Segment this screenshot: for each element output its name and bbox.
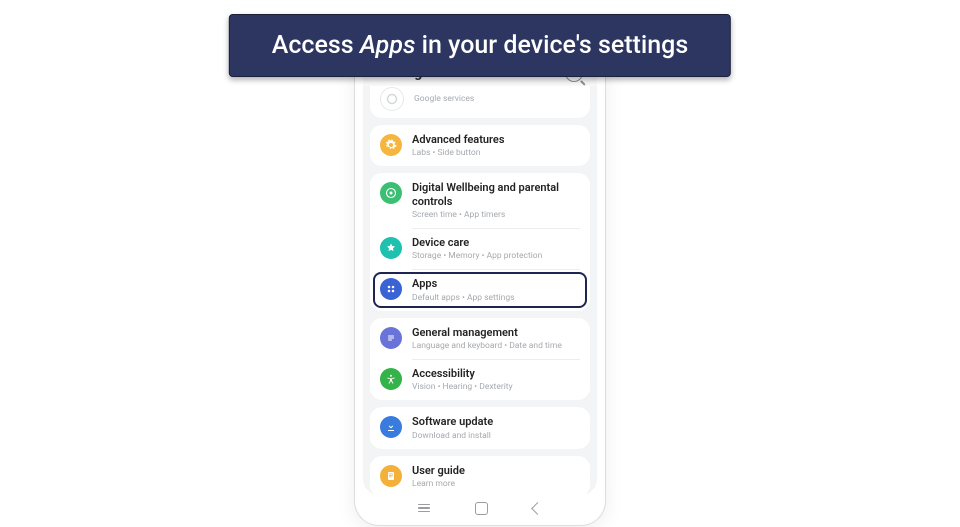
settings-row-apps[interactable]: Apps Default apps • App settings xyxy=(370,269,590,310)
general-icon xyxy=(380,327,402,349)
settings-row-google[interactable]: Google services xyxy=(370,86,590,118)
settings-row-label: User guide xyxy=(412,464,580,477)
guide-icon xyxy=(380,465,402,487)
google-icon xyxy=(380,87,404,111)
settings-row-label: Apps xyxy=(412,277,580,290)
settings-row-sub: Default apps • App settings xyxy=(412,293,580,303)
settings-row-sub: Google services xyxy=(414,94,580,104)
settings-row-label: Software update xyxy=(412,415,580,428)
android-navbar xyxy=(355,499,605,517)
settings-group: General management Language and keyboard … xyxy=(370,318,590,401)
gear-icon xyxy=(380,134,402,156)
settings-row-digital-wellbeing-and-parental-controls[interactable]: Digital Wellbeing and parental controls S… xyxy=(370,173,590,228)
settings-row-sub: Screen time • App timers xyxy=(412,210,580,220)
settings-row-software-update[interactable]: Software update Download and install xyxy=(370,407,590,448)
settings-row-general-management[interactable]: General management Language and keyboard … xyxy=(370,318,590,359)
settings-row-label: Accessibility xyxy=(412,367,580,380)
apps-icon xyxy=(380,278,402,300)
settings-row-label: Digital Wellbeing and parental controls xyxy=(412,181,580,207)
settings-row-user-guide[interactable]: User guide Learn more xyxy=(370,456,590,495)
settings-row-sub: Language and keyboard • Date and time xyxy=(412,341,580,351)
settings-row-device-care[interactable]: Device care Storage • Memory • App protec… xyxy=(370,228,590,269)
nav-home-icon[interactable] xyxy=(475,502,488,515)
settings-row-sub: Storage • Memory • App protection xyxy=(412,251,580,261)
settings-row-label: Advanced features xyxy=(412,133,580,146)
settings-row-sub: Vision • Hearing • Dexterity xyxy=(412,382,580,392)
settings-row-label: General management xyxy=(412,326,580,339)
settings-group: Software update Download and install xyxy=(370,407,590,448)
nav-recent-icon[interactable] xyxy=(418,504,430,513)
settings-group: Advanced features Labs • Side button xyxy=(370,125,590,166)
nav-back-icon[interactable] xyxy=(531,502,544,515)
settings-row-advanced-features[interactable]: Advanced features Labs • Side button xyxy=(370,125,590,166)
settings-row-accessibility[interactable]: Accessibility Vision • Hearing • Dexterit… xyxy=(370,359,590,400)
phone-screen: Settings Google services Advanced featur… xyxy=(363,58,597,495)
update-icon xyxy=(380,416,402,438)
banner-emph: Apps xyxy=(360,31,416,60)
settings-row-sub: Learn more xyxy=(412,479,580,489)
phone-frame: Settings Google services Advanced featur… xyxy=(355,50,605,525)
banner-prefix: Access xyxy=(272,31,360,60)
care-icon xyxy=(380,237,402,259)
settings-group: User guide Learn more xyxy=(370,456,590,495)
settings-row-label: Device care xyxy=(412,236,580,249)
settings-row-sub: Labs • Side button xyxy=(412,148,580,158)
banner-suffix: in your device's settings xyxy=(415,31,688,60)
settings-row-sub: Download and install xyxy=(412,431,580,441)
settings-group: Digital Wellbeing and parental controls S… xyxy=(370,173,590,310)
accessibility-icon xyxy=(380,368,402,390)
instruction-banner: Access Apps in your device's settings xyxy=(229,14,731,77)
wellbeing-icon xyxy=(380,182,402,204)
